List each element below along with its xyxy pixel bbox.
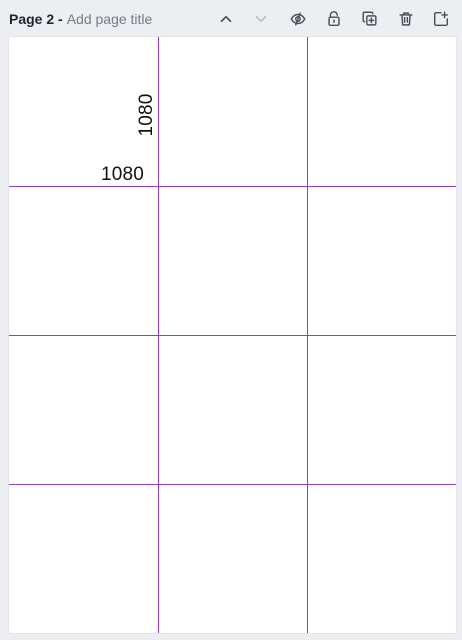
chevron-down-icon xyxy=(252,10,270,28)
eye-off-icon xyxy=(289,10,307,28)
horizontal-guide-line xyxy=(9,335,456,336)
horizontal-guide-line xyxy=(9,484,456,485)
height-dimension-label: 1080 xyxy=(136,93,157,137)
add-page-icon xyxy=(432,10,450,28)
hide-page-button[interactable] xyxy=(287,8,309,30)
duplicate-page-button[interactable] xyxy=(359,8,381,30)
page-number-label: Page 2 - xyxy=(9,11,63,27)
chevron-up-icon xyxy=(217,10,235,28)
page-title-area: Page 2 - Add page title xyxy=(9,10,152,28)
lock-icon xyxy=(325,10,343,28)
width-dimension-label: 1080 xyxy=(101,164,145,185)
duplicate-icon xyxy=(361,10,379,28)
design-canvas[interactable]: 1080 1080 xyxy=(9,37,456,633)
move-page-up-button[interactable] xyxy=(215,8,237,30)
page-title-input[interactable]: Add page title xyxy=(67,10,153,28)
page-toolbar: Page 2 - Add page title xyxy=(0,0,462,38)
trash-icon xyxy=(397,10,415,28)
lock-page-button[interactable] xyxy=(323,8,345,30)
delete-page-button[interactable] xyxy=(395,8,417,30)
add-page-button[interactable] xyxy=(430,8,452,30)
move-page-down-button[interactable] xyxy=(250,8,272,30)
horizontal-guide-line xyxy=(9,186,456,187)
